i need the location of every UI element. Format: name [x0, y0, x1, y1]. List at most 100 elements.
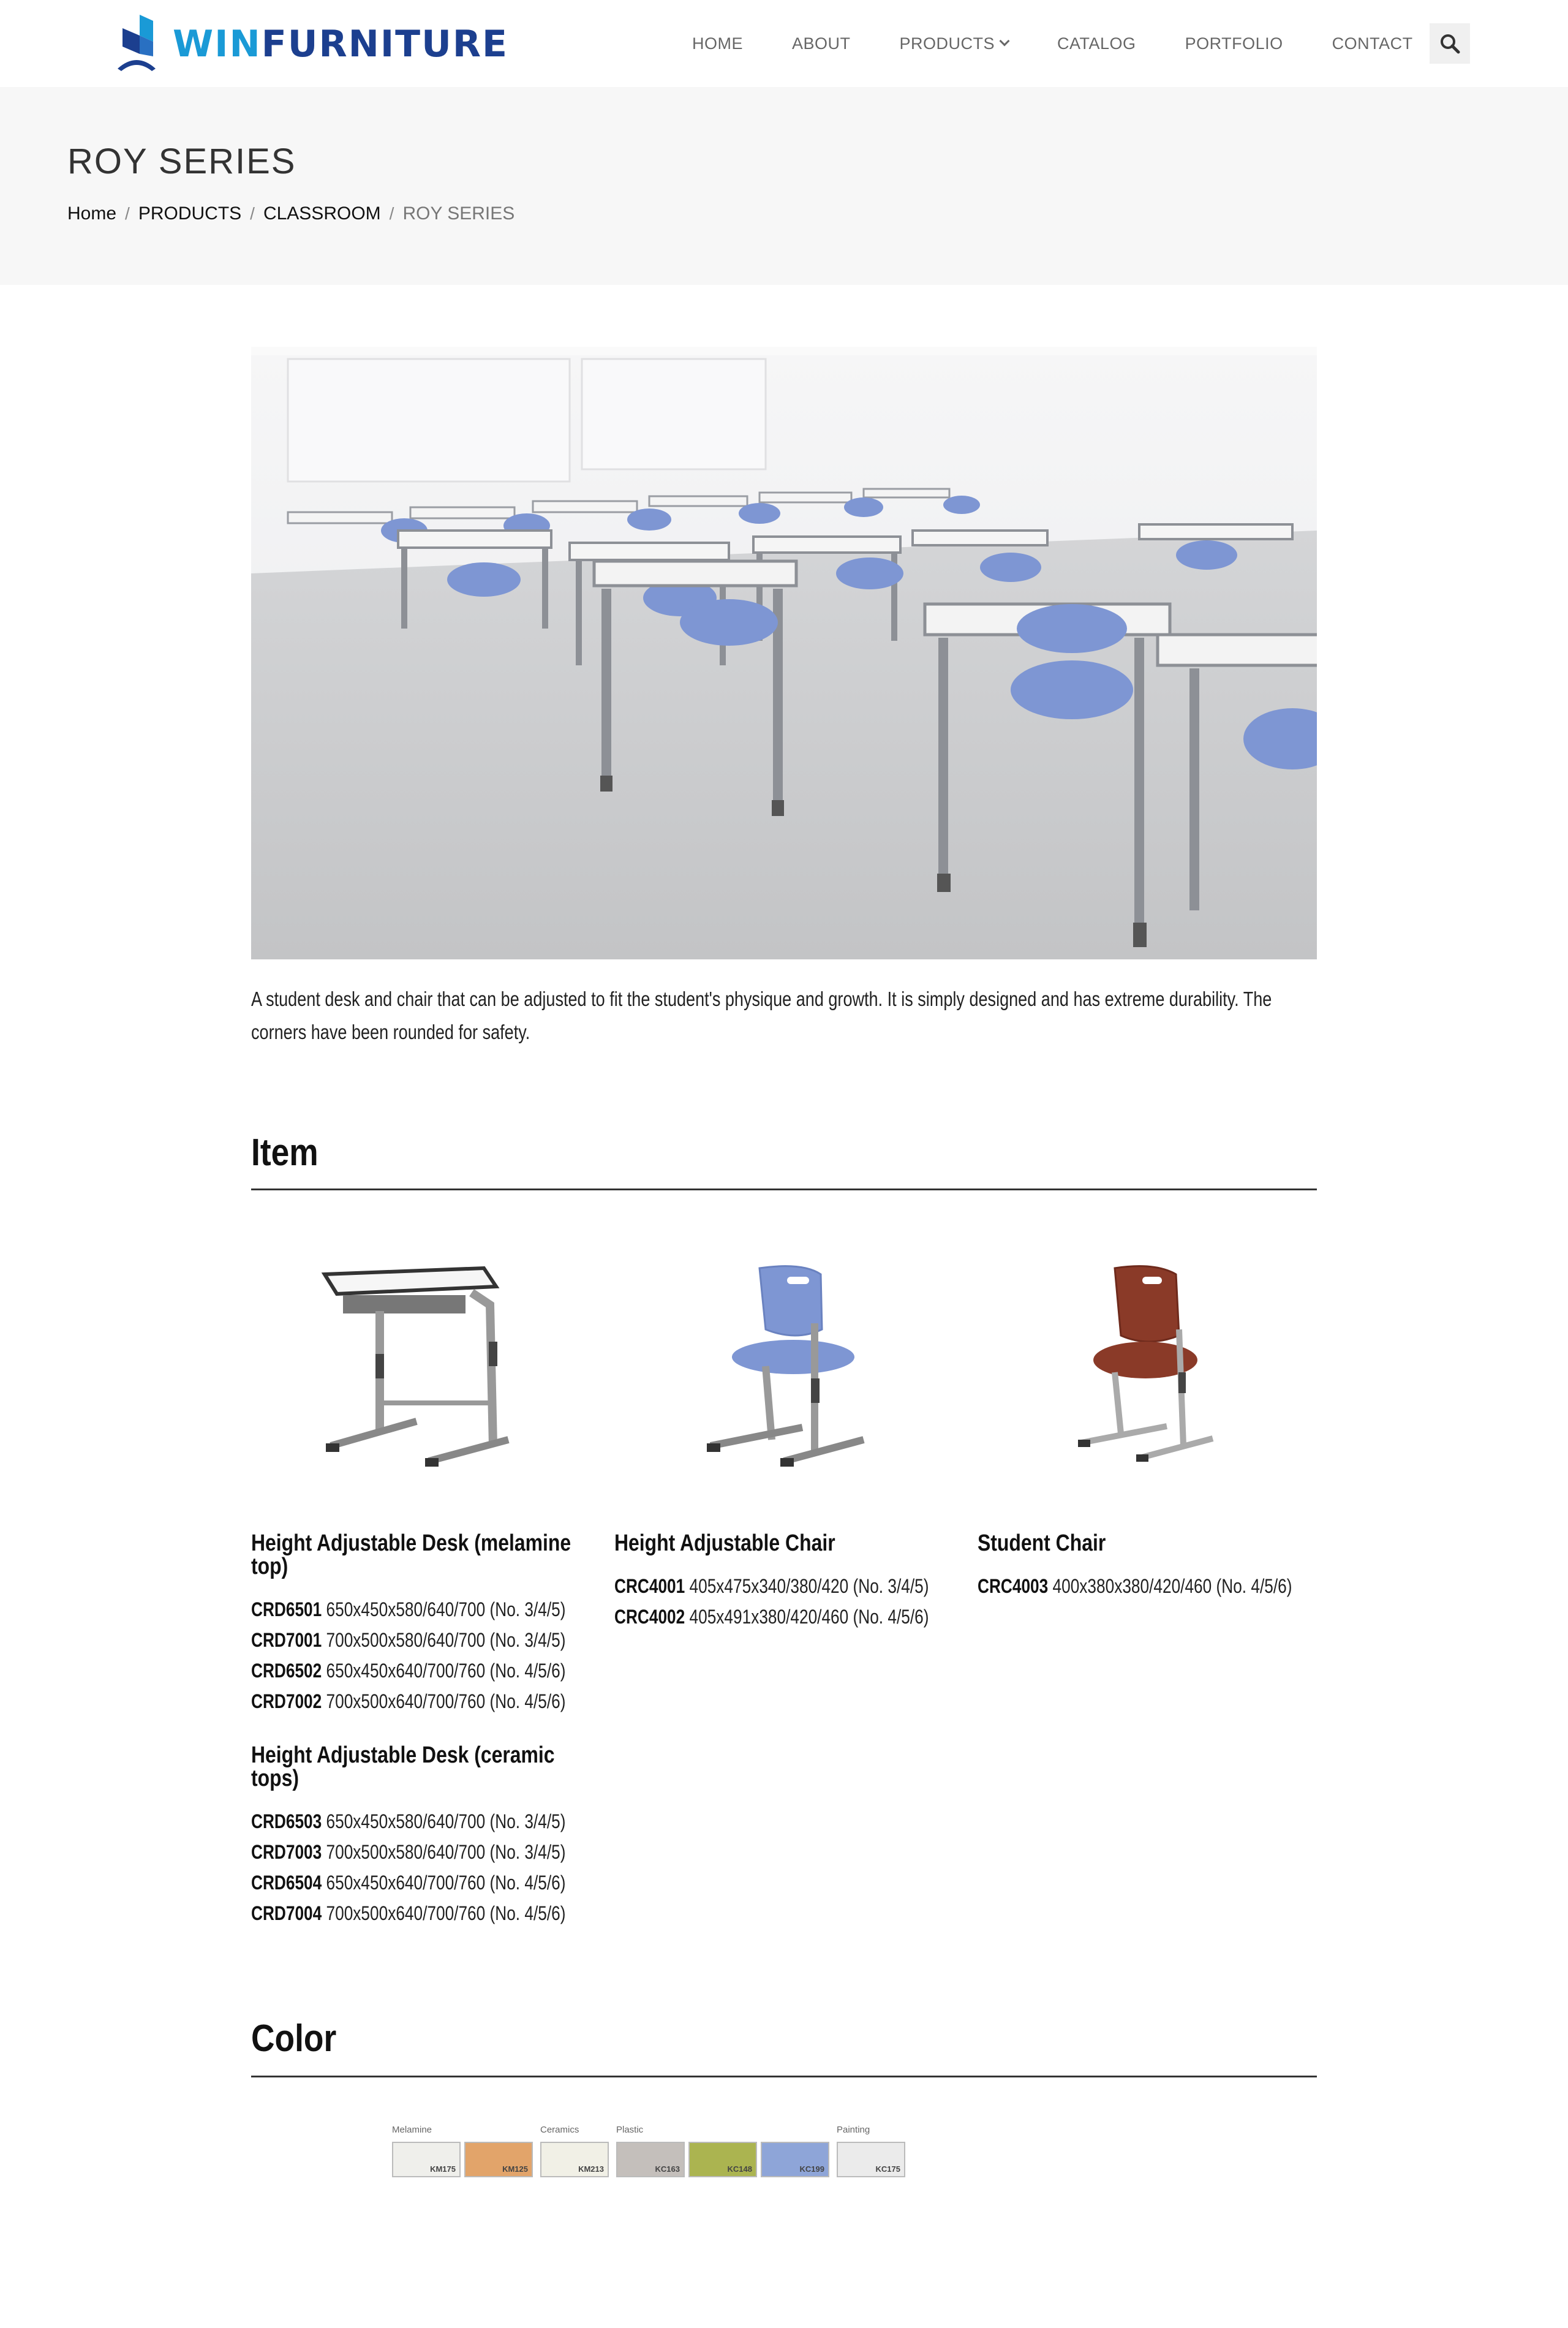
swatch-code: KC148 — [727, 2164, 752, 2174]
spec-list: CRD6503 650x450x580/640/700 (No. 3/4/5) … — [251, 1806, 594, 1929]
swatch-code: KC199 — [799, 2164, 824, 2174]
spec-row: CRD6502 650x450x640/700/760 (No. 4/5/6) — [251, 1655, 565, 1686]
product-column-student-chair: Student Chair CRC4003 400x380x380/420/46… — [978, 1532, 1321, 1601]
swatch-code: KM125 — [502, 2164, 528, 2174]
spec-row: CRC4001 405x475x340/380/420 (No. 3/4/5) — [614, 1571, 929, 1601]
swatch-code: KM175 — [430, 2164, 456, 2174]
color-swatch[interactable]: KC175 — [837, 2142, 905, 2177]
color-swatch[interactable]: KM125 — [464, 2142, 533, 2177]
page-title-band: ROY SERIES Home / PRODUCTS / CLASSROOM /… — [0, 87, 1568, 285]
chevron-down-icon — [999, 36, 1010, 47]
logo-mark-icon — [116, 15, 157, 74]
spec-code: CRC4001 — [614, 1575, 685, 1597]
spec-code: CRD6503 — [251, 1810, 322, 1832]
nav-portfolio-label: PORTFOLIO — [1185, 34, 1283, 53]
items-section-title: Item — [251, 1132, 318, 1174]
product-column-desk: Height Adjustable Desk (melamine top) CR… — [251, 1532, 594, 1929]
breadcrumb-separator: / — [389, 204, 394, 223]
brand-wordmark: WINFURNITURE — [173, 23, 508, 66]
breadcrumb: Home / PRODUCTS / CLASSROOM / ROY SERIES — [67, 203, 514, 224]
product-name: Student Chair — [978, 1530, 1106, 1556]
color-swatch[interactable]: KM175 — [392, 2142, 461, 2177]
product-name: Height Adjustable Desk (melamine top) — [251, 1530, 571, 1579]
page-title: ROY SERIES — [67, 142, 296, 181]
main-nav: HOME ABOUT PRODUCTS CATALOG PORTFOLIO CO… — [692, 0, 1462, 87]
breadcrumb-home[interactable]: Home — [67, 203, 116, 224]
spec-detail: 650x450x640/700/760 (No. 4/5/6) — [326, 1660, 566, 1682]
spec-detail: 650x450x640/700/760 (No. 4/5/6) — [326, 1872, 566, 1894]
swatch-group-label: Painting — [837, 2125, 870, 2135]
nav-portfolio[interactable]: PORTFOLIO — [1185, 34, 1283, 53]
search-button[interactable] — [1430, 23, 1470, 64]
spec-code: CRC4003 — [978, 1575, 1049, 1597]
spec-detail: 405x475x340/380/420 (No. 3/4/5) — [689, 1575, 929, 1597]
spec-row: CRD7004 700x500x640/700/760 (No. 4/5/6) — [251, 1898, 565, 1929]
spec-row: CRD6501 650x450x580/640/700 (No. 3/4/5) — [251, 1594, 565, 1625]
color-section-title: Color — [251, 2017, 337, 2060]
spec-list: CRC4003 400x380x380/420/460 (No. 4/5/6) — [978, 1571, 1321, 1601]
hero-classroom-image — [251, 347, 1317, 959]
product-image-desk[interactable] — [294, 1250, 539, 1495]
spec-code: CRD6501 — [251, 1598, 322, 1620]
spec-detail: 400x380x380/420/460 (No. 4/5/6) — [1052, 1575, 1292, 1597]
product-name: Height Adjustable Chair — [614, 1530, 835, 1556]
product-column-adjustable-chair: Height Adjustable Chair CRC4001 405x475x… — [614, 1532, 957, 1632]
product-image-student-chair[interactable] — [1023, 1250, 1268, 1495]
spec-row: CRC4002 405x491x380/420/460 (No. 4/5/6) — [614, 1601, 929, 1632]
spec-row: CRD7002 700x500x640/700/760 (No. 4/5/6) — [251, 1686, 565, 1717]
swatch-group-label: Plastic — [616, 2125, 644, 2135]
color-swatch[interactable]: KC148 — [688, 2142, 757, 2177]
nav-home-label: HOME — [692, 34, 743, 53]
site-header: WINFURNITURE HOME ABOUT PRODUCTS CATALOG… — [0, 0, 1568, 87]
search-icon — [1441, 34, 1460, 54]
brand-name-part2: FURNITURE — [261, 23, 509, 66]
spec-list: CRC4001 405x475x340/380/420 (No. 3/4/5) … — [614, 1571, 957, 1632]
color-swatch[interactable]: KC199 — [761, 2142, 829, 2177]
spec-detail: 700x500x580/640/700 (No. 3/4/5) — [326, 1841, 566, 1863]
nav-about[interactable]: ABOUT — [792, 34, 851, 53]
color-swatch[interactable]: KM213 — [540, 2142, 609, 2177]
nav-contact-label: CONTACT — [1332, 34, 1413, 53]
spec-detail: 700x500x640/700/760 (No. 4/5/6) — [326, 1690, 566, 1712]
spec-row: CRC4003 400x380x380/420/460 (No. 4/5/6) — [978, 1571, 1292, 1601]
product-image-adjustable-chair[interactable] — [662, 1250, 907, 1495]
brand-name-part1: WIN — [173, 23, 262, 66]
spec-code: CRC4002 — [614, 1606, 685, 1628]
spec-code: CRD7003 — [251, 1841, 322, 1863]
spec-detail: 405x491x380/420/460 (No. 4/5/6) — [689, 1606, 929, 1628]
product-description: A student desk and chair that can be adj… — [251, 988, 1272, 1043]
nav-products-label: PRODUCTS — [899, 34, 995, 53]
swatch-group-label: Ceramics — [540, 2125, 579, 2135]
spec-code: CRD7004 — [251, 1902, 322, 1924]
product-name: Height Adjustable Desk (ceramic tops) — [251, 1742, 555, 1791]
spec-code: CRD6504 — [251, 1872, 322, 1894]
nav-products[interactable]: PRODUCTS — [899, 34, 1010, 53]
spec-row: CRD6503 650x450x580/640/700 (No. 3/4/5) — [251, 1806, 565, 1837]
spec-code: CRD7001 — [251, 1629, 322, 1651]
brand-logo[interactable]: WINFURNITURE — [116, 13, 508, 75]
spec-detail: 650x450x580/640/700 (No. 3/4/5) — [326, 1810, 566, 1832]
swatch-group-label: Melamine — [392, 2125, 432, 2135]
spec-detail: 650x450x580/640/700 (No. 3/4/5) — [326, 1598, 566, 1620]
spec-row: CRD6504 650x450x640/700/760 (No. 4/5/6) — [251, 1867, 565, 1898]
color-swatch[interactable]: KC163 — [616, 2142, 685, 2177]
nav-home[interactable]: HOME — [692, 34, 743, 53]
breadcrumb-classroom[interactable]: CLASSROOM — [263, 203, 381, 224]
spec-list: CRD6501 650x450x580/640/700 (No. 3/4/5) … — [251, 1594, 594, 1717]
breadcrumb-products[interactable]: PRODUCTS — [138, 203, 241, 224]
spec-detail: 700x500x640/700/760 (No. 4/5/6) — [326, 1902, 566, 1924]
nav-contact[interactable]: CONTACT — [1332, 34, 1413, 53]
spec-row: CRD7001 700x500x580/640/700 (No. 3/4/5) — [251, 1625, 565, 1655]
swatch-code: KC163 — [655, 2164, 680, 2174]
items-section-divider — [251, 1189, 1317, 1190]
spec-row: CRD7003 700x500x580/640/700 (No. 3/4/5) — [251, 1837, 565, 1867]
color-section-divider — [251, 2076, 1317, 2077]
swatch-code: KC175 — [875, 2164, 900, 2174]
nav-catalog[interactable]: CATALOG — [1057, 34, 1136, 53]
breadcrumb-separator: / — [250, 204, 255, 223]
spec-code: CRD6502 — [251, 1660, 322, 1682]
spec-detail: 700x500x580/640/700 (No. 3/4/5) — [326, 1629, 566, 1651]
breadcrumb-current: ROY SERIES — [402, 203, 515, 224]
spec-code: CRD7002 — [251, 1690, 322, 1712]
